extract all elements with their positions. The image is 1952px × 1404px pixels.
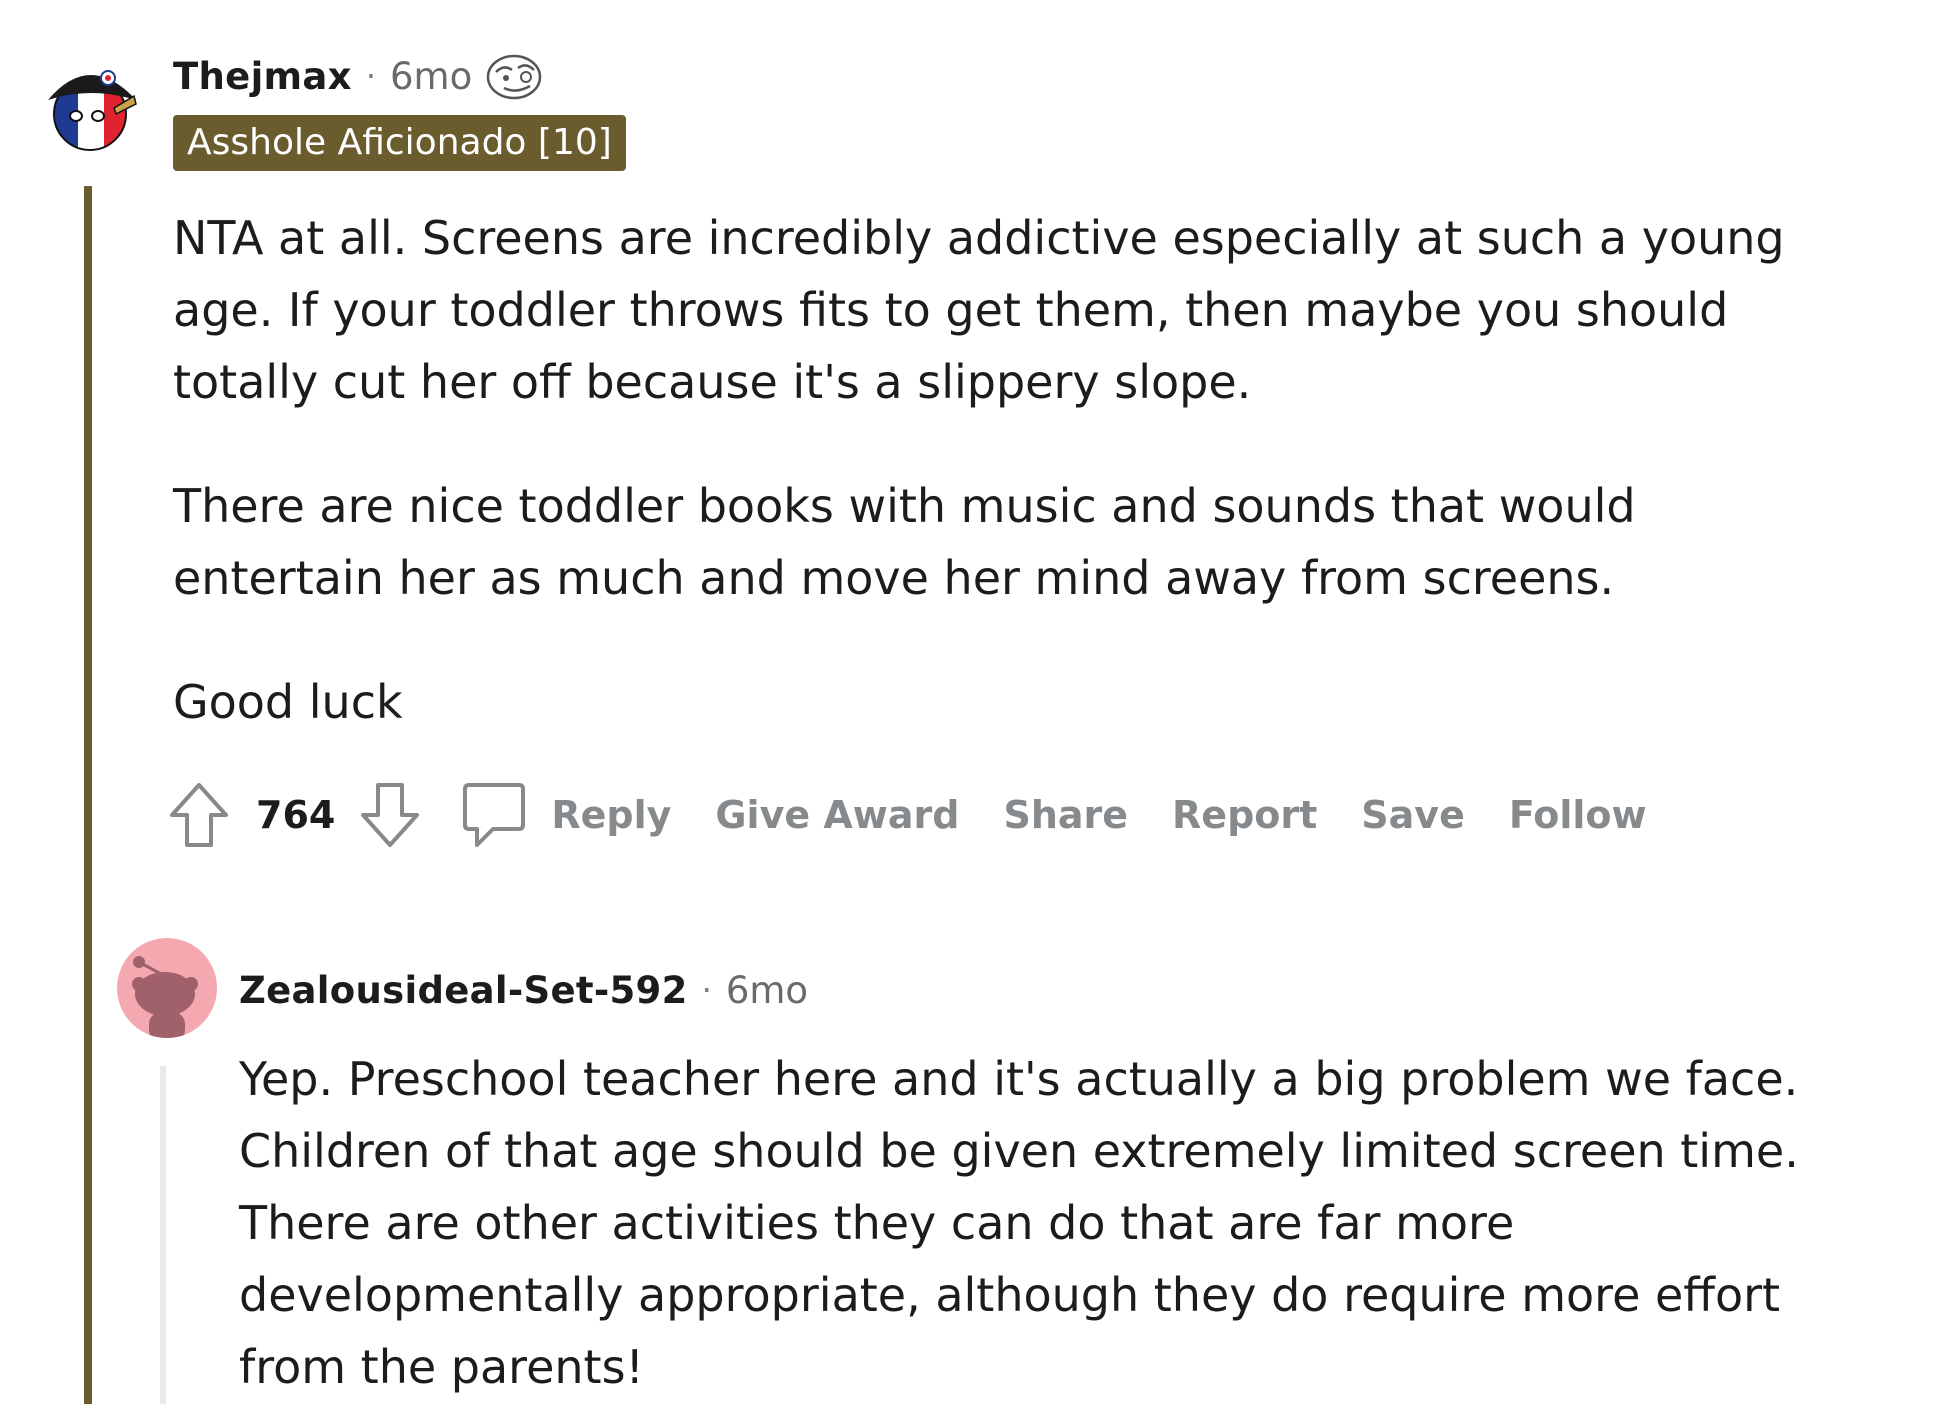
comment-timestamp[interactable]: 6mo [390, 55, 472, 98]
thread-collapse-line[interactable] [84, 186, 92, 1404]
reply-paragraph: Yep. Preschool teacher here and it's act… [239, 1052, 1799, 1394]
speech-bubble-icon[interactable] [459, 779, 529, 851]
reply-user-avatar[interactable] [117, 938, 217, 1038]
comment-author[interactable]: Thejmax [173, 55, 352, 98]
award-emoji-icon[interactable] [484, 50, 544, 102]
user-flair: Asshole Aficionado [10] [173, 115, 626, 171]
downvote-arrow-icon[interactable] [357, 779, 423, 851]
comment-paragraph: There are nice toddler books with music … [173, 479, 1636, 605]
report-button[interactable]: Report [1172, 793, 1317, 837]
comment-action-bar: 764 Reply Give Award Share Report Save F… [166, 778, 1647, 852]
vote-score: 764 [256, 793, 336, 837]
user-avatar[interactable] [40, 56, 144, 160]
reply-body: Yep. Preschool teacher here and it's act… [239, 1043, 1899, 1404]
meta-separator: · [365, 57, 377, 95]
comment-thread: Thejmax · 6mo Asshole Aficionado [10] NT… [0, 0, 1952, 1404]
reply-header: Zealousideal-Set-592 · 6mo [239, 962, 808, 1018]
save-button[interactable]: Save [1361, 793, 1465, 837]
upvote-arrow-icon[interactable] [166, 779, 232, 851]
reply-button[interactable]: Reply [551, 793, 671, 837]
reply-timestamp[interactable]: 6mo [726, 969, 808, 1012]
comment-paragraph: NTA at all. Screens are incredibly addic… [173, 211, 1785, 409]
meta-separator: · [701, 971, 712, 1009]
reply-author[interactable]: Zealousideal-Set-592 [239, 969, 688, 1012]
comment-header: Thejmax · 6mo [173, 48, 544, 104]
comment-body: NTA at all. Screens are incredibly addic… [173, 202, 1813, 790]
reply-thread-collapse-line[interactable] [160, 1066, 166, 1404]
share-button[interactable]: Share [1003, 793, 1128, 837]
give-award-button[interactable]: Give Award [715, 793, 959, 837]
comment-paragraph: Good luck [173, 675, 403, 729]
follow-button[interactable]: Follow [1509, 793, 1647, 837]
